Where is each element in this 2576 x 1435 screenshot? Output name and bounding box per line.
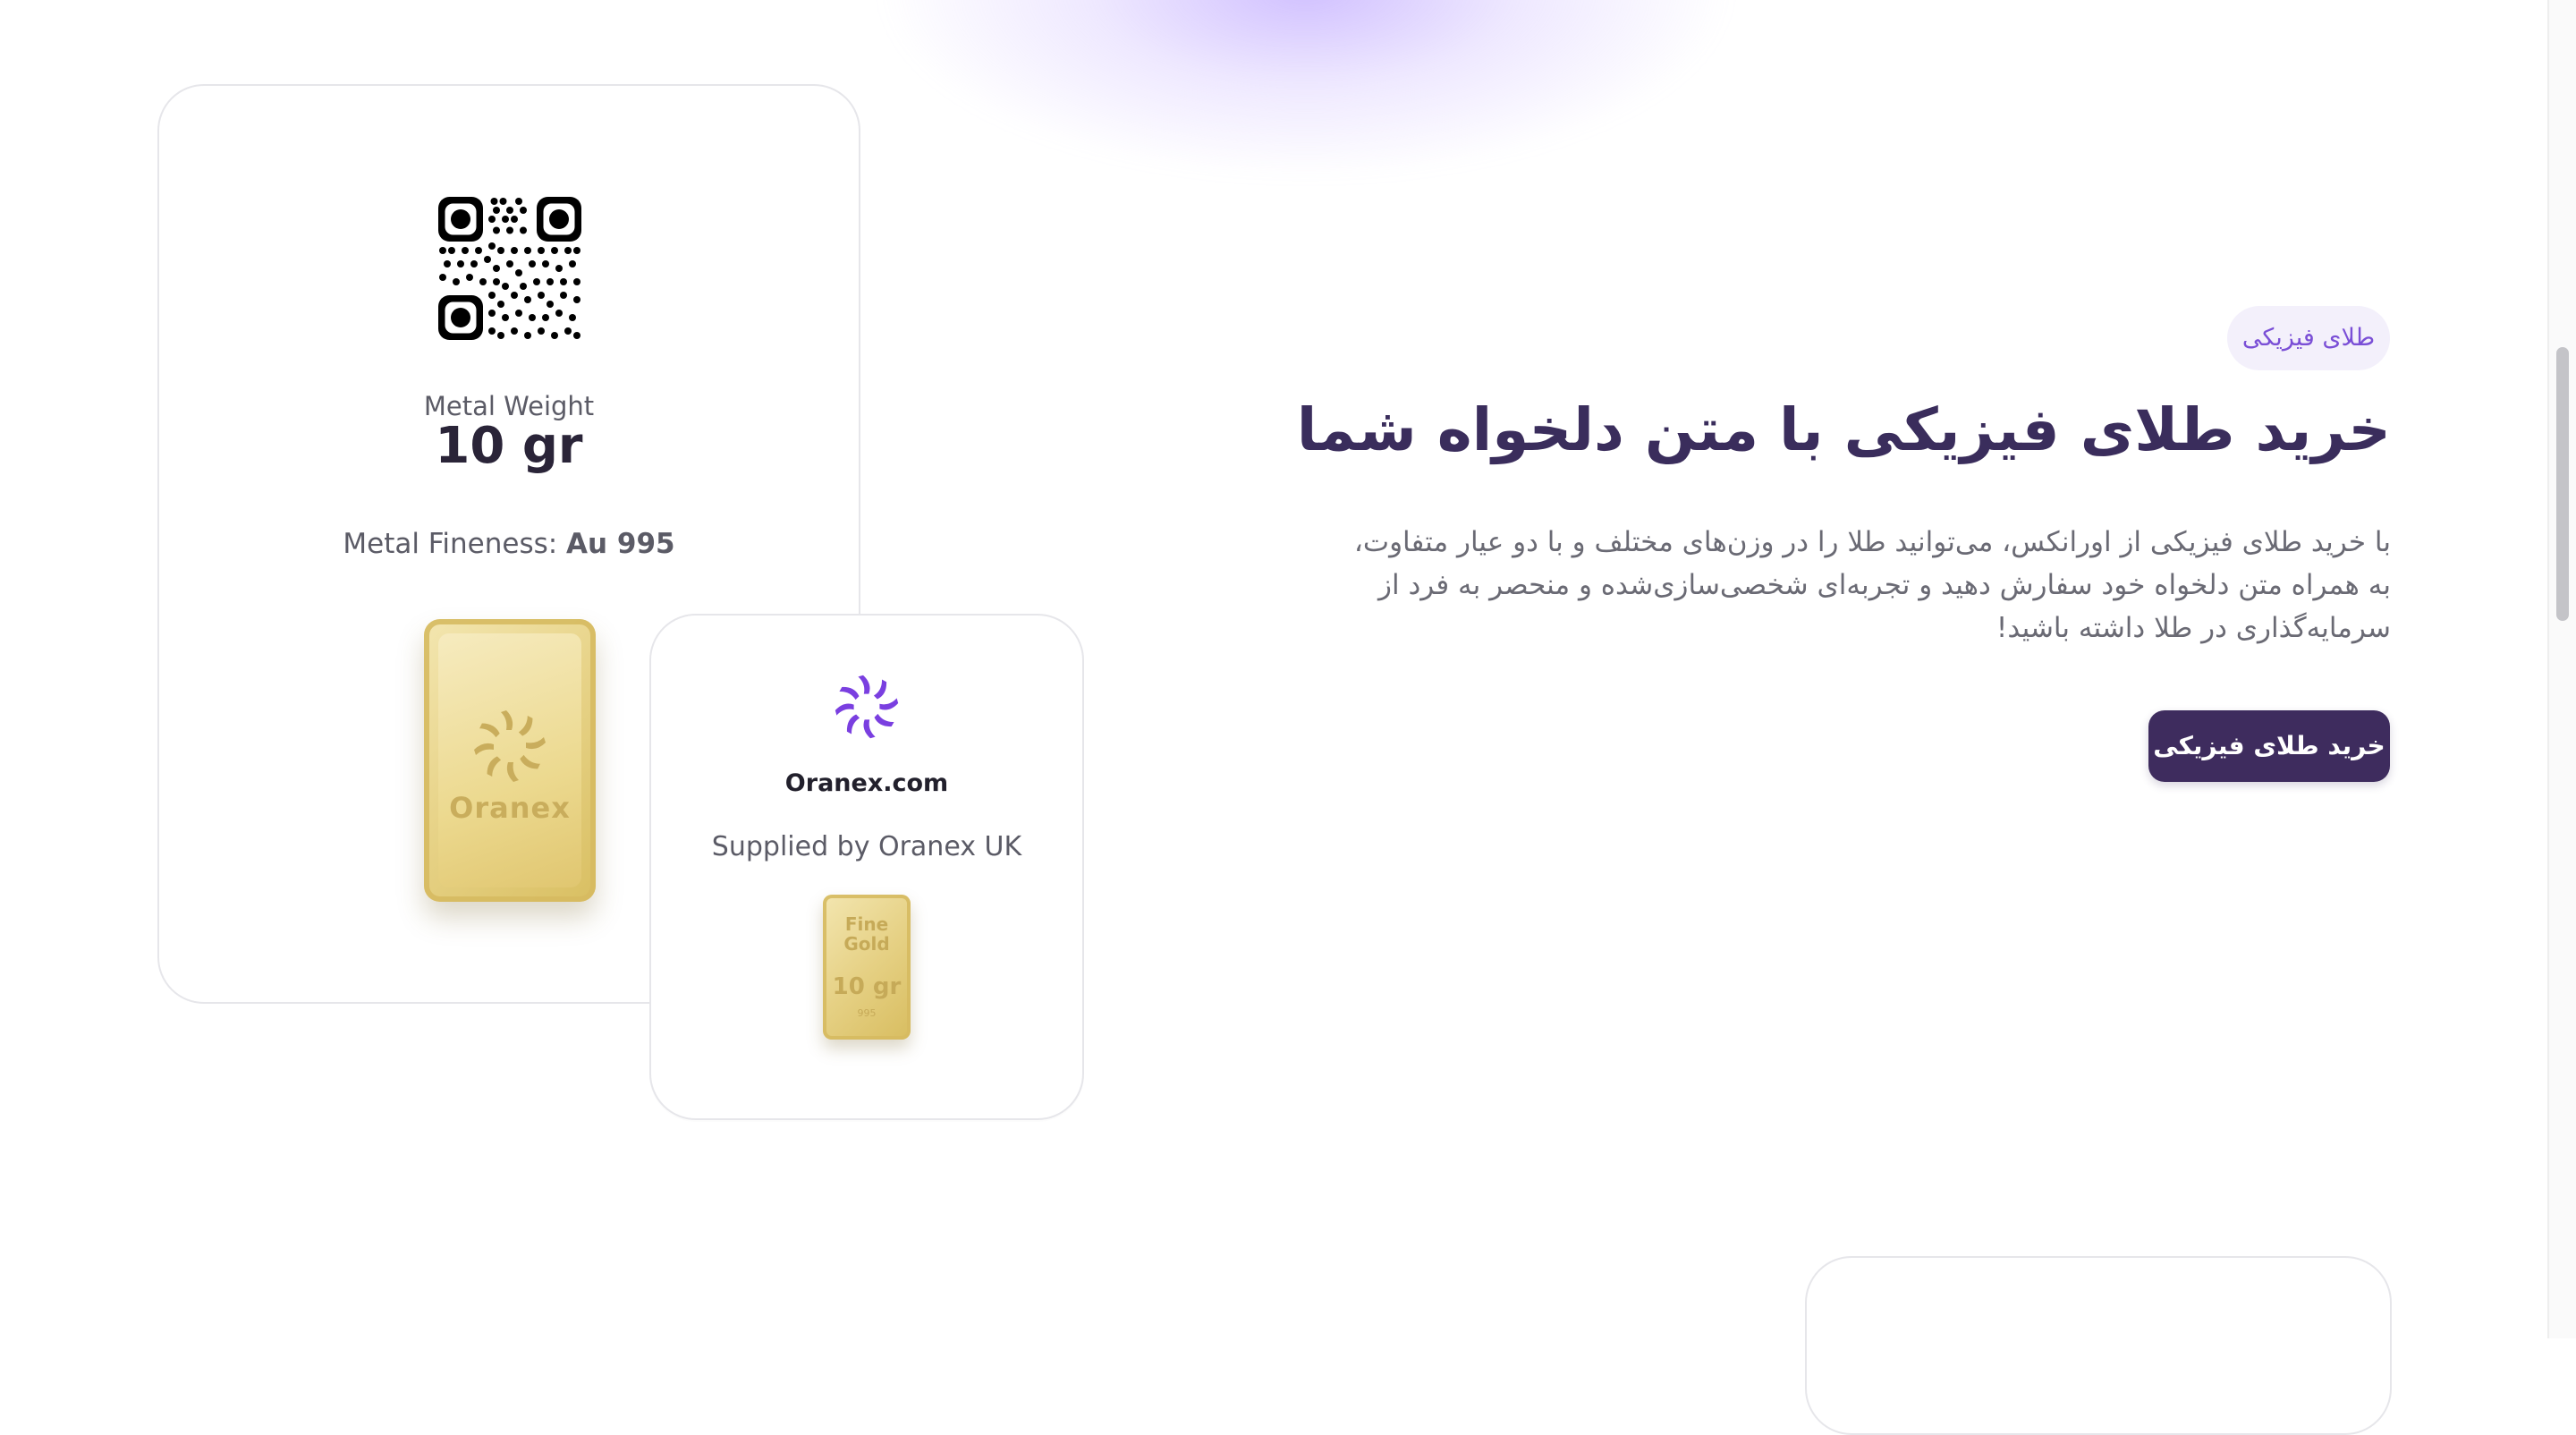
fineness-label: Metal Fineness:	[343, 528, 567, 560]
bar-label-line1: Fine	[844, 913, 889, 935]
gold-bar-small: Fine Gold 10 gr 995	[823, 895, 911, 1040]
metal-weight-value: 10 gr	[435, 417, 583, 475]
page-scrollbar[interactable]	[2547, 0, 2576, 1338]
page-title: خرید طلای فیزیکی با متن دلخواه شما	[1296, 395, 2391, 464]
bar-label-fine-gold: Fine Gold	[823, 914, 911, 954]
qr-code-icon	[438, 197, 581, 340]
hero-description: با خرید طلای فیزیکی از اورانکس، می‌توانی…	[1353, 526, 2391, 644]
supplied-by: Supplied by Oranex UK	[711, 831, 1022, 862]
next-section-card	[1805, 1256, 2392, 1435]
site-name: Oranex.com	[784, 769, 949, 797]
background-glow	[877, 0, 1735, 179]
bar-purity: 995	[857, 1007, 877, 1019]
scrollbar-thumb[interactable]	[2556, 347, 2569, 621]
gold-bar-brand: Oranex	[449, 791, 571, 825]
buy-physical-gold-button[interactable]: خرید طلای فیزیکی	[2148, 710, 2390, 782]
oranex-logo-icon	[835, 675, 899, 739]
gold-bar-large: Oranex	[424, 619, 596, 902]
bar-label-line2: Gold	[843, 933, 890, 955]
metal-fineness: Metal Fineness: Au 995	[157, 528, 860, 560]
bar-weight: 10 gr	[832, 973, 902, 1000]
category-badge: طلای فیزیکی	[2227, 306, 2390, 370]
oranex-logo-icon	[474, 710, 546, 782]
fineness-value: Au 995	[566, 528, 675, 560]
